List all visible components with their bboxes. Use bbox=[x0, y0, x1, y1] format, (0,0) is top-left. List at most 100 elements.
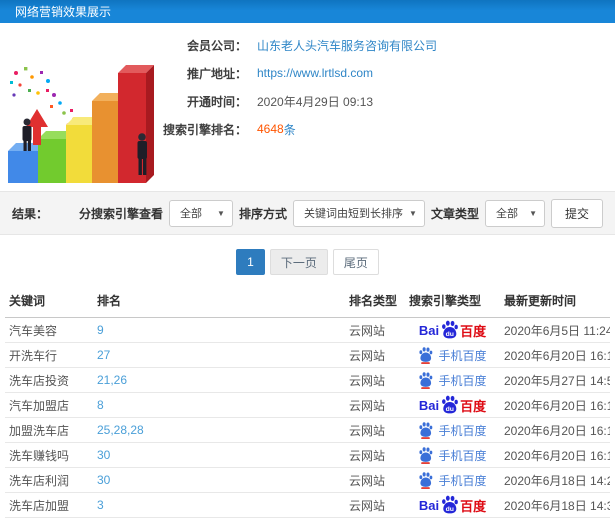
table-row: 加盟洗车店 25,28,28 云网站 手机百度 2020年6月20日 16:11 bbox=[5, 417, 610, 443]
article-type-selected-value: 全部 bbox=[495, 208, 518, 220]
rank-cell: 30 bbox=[93, 467, 345, 493]
engine-cell: Bai du 百度 bbox=[405, 492, 500, 518]
updated-cell: 2020年6月20日 16:12 bbox=[500, 392, 610, 418]
mobile-baidu-label: 手机百度 bbox=[438, 423, 487, 438]
submit-button[interactable]: 提交 bbox=[550, 198, 603, 228]
rank-link[interactable]: 21,26 bbox=[97, 373, 127, 387]
rank-link[interactable]: 30 bbox=[97, 448, 110, 462]
table-row: 汽车美容 9 云网站 Bai du 百度 2020年6月5日 11:24 bbox=[5, 317, 610, 343]
svg-text:du: du bbox=[446, 406, 454, 413]
keyword-cell: 汽车美容 bbox=[5, 317, 93, 343]
updated-cell: 2020年6月20日 16:16 bbox=[500, 342, 610, 368]
baidu-logo: Bai du 百度 bbox=[419, 319, 486, 341]
table-row: 洗车店利润 30 云网站 手机百度 2020年6月18日 14:27 bbox=[5, 467, 610, 493]
col-header-rank-type: 排名类型 bbox=[345, 284, 405, 318]
table-row: 开洗车行 27 云网站 手机百度 2020年6月20日 16:16 bbox=[5, 342, 610, 368]
engine-cell: 手机百度 bbox=[405, 442, 500, 468]
rank-link[interactable]: 9 bbox=[97, 323, 104, 337]
pagination: 1 下一页 尾页 bbox=[0, 249, 615, 275]
table-row: 汽车加盟店 8 云网站 Bai du 百度 2020年6月20日 16:12 bbox=[5, 392, 610, 418]
keyword-cell: 洗车店利润 bbox=[5, 467, 93, 493]
article-type-select[interactable]: 全部 ▼ bbox=[484, 199, 545, 227]
rank-link[interactable]: 30 bbox=[97, 473, 110, 487]
svg-text:du: du bbox=[446, 331, 454, 338]
next-page-button[interactable]: 下一页 bbox=[269, 249, 328, 275]
col-header-keyword: 关键词 bbox=[5, 284, 93, 318]
keyword-cell: 洗车店投资 bbox=[5, 367, 93, 393]
last-page-button[interactable]: 尾页 bbox=[332, 249, 379, 275]
promo-url-link[interactable]: https://www.lrtlsd.com bbox=[257, 66, 373, 80]
filter-controls: 分搜索引擎查看 全部 ▼ 排序方式 关键词由短到长排序 ▼ 文章类型 全部 ▼ … bbox=[79, 198, 603, 228]
baidu-paw-icon bbox=[419, 422, 433, 439]
keyword-cell: 洗车赚钱吗 bbox=[5, 442, 93, 468]
rank-cell: 27 bbox=[93, 342, 345, 368]
info-row-company: 会员公司： 山东老人头汽车服务咨询有限公司 bbox=[155, 31, 607, 59]
baidu-paw-icon: du bbox=[442, 320, 458, 339]
mobile-baidu-label: 手机百度 bbox=[438, 348, 487, 363]
rank-type-cell: 云网站 bbox=[345, 392, 405, 418]
baidu-paw-icon bbox=[419, 347, 433, 364]
chevron-down-icon: ▼ bbox=[529, 208, 537, 218]
rank-cell: 21,26 bbox=[93, 367, 345, 393]
engine-cell: 手机百度 bbox=[405, 342, 500, 368]
baidu-logo-cn-text: 百度 bbox=[460, 498, 487, 514]
ranking-count-unit: 条 bbox=[283, 122, 296, 137]
updated-cell: 2020年6月20日 16:12 bbox=[500, 442, 610, 468]
mobile-baidu-label: 手机百度 bbox=[438, 448, 487, 463]
filter-bar: 结果： 分搜索引擎查看 全部 ▼ 排序方式 关键词由短到长排序 ▼ 文章类型 全… bbox=[0, 191, 615, 235]
bar-chart-illustration-svg bbox=[8, 65, 154, 183]
engine-cell: 手机百度 bbox=[405, 417, 500, 443]
engine-filter-selected-value: 全部 bbox=[179, 208, 202, 220]
info-row-open-time: 开通时间： 2020年4月29日 09:13 bbox=[155, 87, 607, 115]
rank-cell: 8 bbox=[93, 392, 345, 418]
baidu-logo: Bai du 百度 bbox=[419, 394, 486, 416]
member-info-fields: 会员公司： 山东老人头汽车服务咨询有限公司 推广地址： https://www.… bbox=[155, 31, 607, 143]
company-link[interactable]: 山东老人头汽车服务咨询有限公司 bbox=[257, 37, 437, 54]
title-bar: 网络营销效果展示 bbox=[0, 0, 615, 23]
engine-cell: Bai du 百度 bbox=[405, 317, 500, 343]
baidu-paw-icon bbox=[419, 447, 433, 464]
engine-cell: 手机百度 bbox=[405, 467, 500, 493]
updated-cell: 2020年6月20日 16:11 bbox=[500, 417, 610, 443]
rank-type-cell: 云网站 bbox=[345, 492, 405, 518]
engine-filter-select[interactable]: 全部 ▼ bbox=[168, 199, 233, 227]
info-section: 会员公司： 山东老人头汽车服务咨询有限公司 推广地址： https://www.… bbox=[0, 23, 615, 191]
rankings-table: 关键词 排名 排名类型 搜索引擎类型 最新更新时间 汽车美容 9 云网站 Bai d… bbox=[5, 284, 610, 518]
baidu-logo-bai-text: Bai bbox=[418, 322, 440, 338]
promo-url-label: 推广地址： bbox=[186, 66, 247, 81]
page-title: 网络营销效果展示 bbox=[15, 5, 112, 19]
svg-text:du: du bbox=[446, 506, 454, 513]
mobile-baidu-logo: 手机百度 bbox=[418, 446, 487, 464]
rank-link[interactable]: 25,28,28 bbox=[97, 423, 144, 437]
chevron-down-icon: ▼ bbox=[217, 208, 225, 218]
ranking-count-label: 搜索引擎排名： bbox=[162, 122, 247, 137]
page: 网络营销效果展示 会员公司： 山东老人头汽车服务咨询有限公司 推广地址： htt… bbox=[0, 0, 615, 518]
mobile-baidu-logo: 手机百度 bbox=[418, 371, 487, 389]
keyword-cell: 加盟洗车店 bbox=[5, 417, 93, 443]
open-time-label: 开通时间： bbox=[186, 94, 247, 109]
keyword-cell: 汽车加盟店 bbox=[5, 392, 93, 418]
page-1-button[interactable]: 1 bbox=[236, 249, 265, 275]
bar-chart-illustration bbox=[2, 33, 154, 185]
rank-type-cell: 云网站 bbox=[345, 317, 405, 343]
mobile-baidu-logo: 手机百度 bbox=[418, 471, 487, 489]
rank-link[interactable]: 3 bbox=[97, 498, 104, 512]
company-label: 会员公司： bbox=[186, 38, 247, 53]
article-type-label: 文章类型 bbox=[430, 206, 479, 221]
baidu-logo: Bai du 百度 bbox=[419, 494, 486, 516]
rank-type-cell: 云网站 bbox=[345, 467, 405, 493]
baidu-logo-bai-text: Bai bbox=[418, 397, 440, 413]
rank-cell: 30 bbox=[93, 442, 345, 468]
info-row-ranking-count: 搜索引擎排名： 4648 条 bbox=[155, 115, 607, 143]
rank-link[interactable]: 27 bbox=[97, 348, 110, 362]
rank-link[interactable]: 8 bbox=[97, 398, 104, 412]
baidu-paw-icon bbox=[419, 472, 433, 489]
updated-cell: 2020年6月18日 14:27 bbox=[500, 467, 610, 493]
mobile-baidu-logo: 手机百度 bbox=[418, 421, 487, 439]
baidu-paw-icon bbox=[419, 372, 433, 389]
sort-select[interactable]: 关键词由短到长排序 ▼ bbox=[292, 199, 425, 227]
keyword-cell: 开洗车行 bbox=[5, 342, 93, 368]
col-header-engine-type: 搜索引擎类型 bbox=[405, 284, 500, 318]
ranking-count-value: 4648 bbox=[257, 122, 284, 136]
rank-type-cell: 云网站 bbox=[345, 417, 405, 443]
